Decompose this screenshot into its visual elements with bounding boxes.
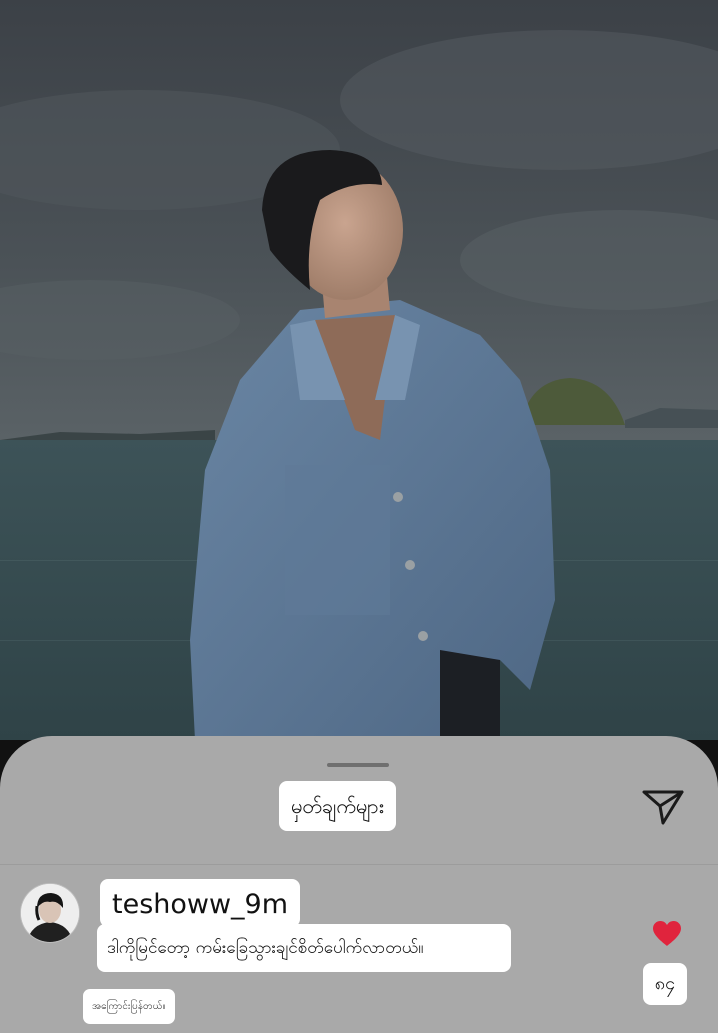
heart-icon xyxy=(653,920,681,946)
sheet-drag-handle[interactable] xyxy=(327,763,389,767)
reply-button[interactable]: အကြောင်းပြန်တယ်။ xyxy=(83,989,175,1024)
like-button[interactable] xyxy=(649,916,685,950)
like-count: ၈၄ xyxy=(643,963,687,1005)
comments-title: မှတ်ချက်များ xyxy=(279,781,396,831)
send-icon xyxy=(642,790,684,825)
comments-sheet: မှတ်ချက်များ teshoww_9m ဒါကိုမြင်တော့ ကမ… xyxy=(0,736,718,1033)
instagram-post-screen: မှတ်ချက်များ teshoww_9m ဒါကိုမြင်တော့ ကမ… xyxy=(0,0,718,1033)
sheet-divider xyxy=(0,864,718,865)
comment-text: ဒါကိုမြင်တော့ ကမ်းခြေသွားချင်စိတ်ပေါက်လာ… xyxy=(97,924,511,972)
avatar[interactable] xyxy=(21,884,79,942)
comment-username[interactable]: teshoww_9m xyxy=(100,879,301,927)
share-button[interactable] xyxy=(636,782,690,832)
